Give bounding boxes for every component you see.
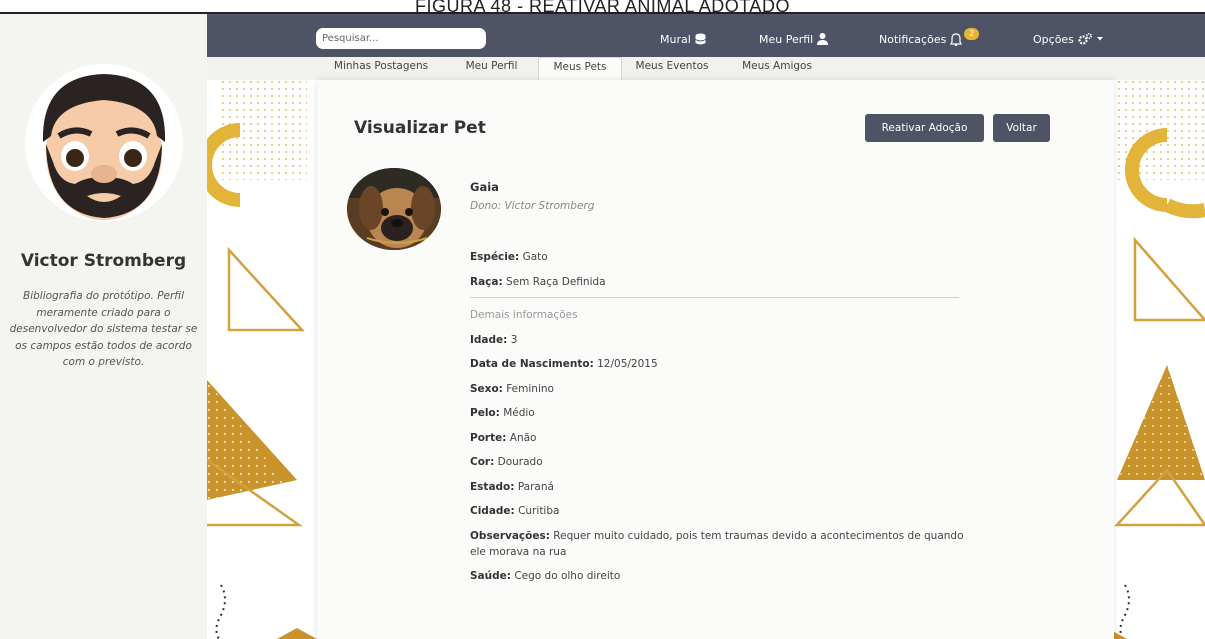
bell-icon	[950, 32, 963, 46]
field-saude-label: Saúde:	[470, 570, 511, 582]
reactivate-adoption-button[interactable]: Reativar Adoção	[865, 114, 984, 142]
field-especie-label: Espécie:	[470, 251, 520, 263]
field-saude-value: Cego do olho direito	[514, 570, 621, 582]
profile-bio: Bibliografia do protótipo. Perfil merame…	[9, 290, 198, 368]
field-sexo-label: Sexo:	[470, 383, 503, 395]
field-cor: Cor: Dourado	[470, 456, 543, 468]
tab-minhas-postagens[interactable]: Minhas Postagens	[322, 57, 440, 80]
section-divider	[470, 297, 959, 298]
field-nascimento-label: Data de Nascimento:	[470, 358, 594, 370]
field-idade: Idade: 3	[470, 334, 517, 346]
field-obs-label: Observações:	[470, 530, 550, 542]
field-especie-value: Gato	[522, 251, 548, 263]
database-icon	[695, 33, 706, 44]
field-data-nascimento: Data de Nascimento: 12/05/2015	[470, 358, 658, 370]
field-cor-value: Dourado	[497, 456, 543, 468]
field-observacoes: Observações: Requer muito cuidado, pois …	[470, 528, 970, 560]
pet-photo	[347, 168, 441, 250]
back-button[interactable]: Voltar	[993, 114, 1050, 142]
pet-name: Gaia	[470, 180, 499, 194]
field-cidade-value: Curitiba	[518, 505, 560, 517]
field-porte-value: Anão	[509, 432, 537, 444]
nav-opcoes-dropdown[interactable]: Opções	[1033, 31, 1104, 47]
tab-meu-perfil[interactable]: Meu Perfil	[459, 57, 524, 80]
section-label: Demais informações	[470, 309, 578, 321]
nav-mural[interactable]: Mural	[660, 31, 706, 47]
field-idade-label: Idade:	[470, 334, 508, 346]
top-navbar: Mural Meu Perfil Notificações 2 Opções	[207, 14, 1205, 57]
field-cidade: Cidade: Curitiba	[470, 505, 559, 517]
bearded-man-emoji-icon	[25, 64, 183, 222]
tab-meus-eventos[interactable]: Meus Eventos	[632, 57, 712, 80]
notification-badge: 2	[964, 28, 980, 40]
field-porte: Porte: Anão	[470, 432, 536, 444]
nav-meu-perfil[interactable]: Meu Perfil	[759, 31, 829, 47]
field-raca-label: Raça:	[470, 276, 503, 288]
nav-notificacoes[interactable]: Notificações 2	[879, 28, 980, 47]
field-raca-value: Sem Raça Definida	[506, 276, 606, 288]
nav-opcoes-label: Opções	[1033, 32, 1074, 46]
pet-owner: Dono: Victor Stromberg	[470, 200, 595, 212]
field-estado-value: Paraná	[517, 481, 554, 493]
nav-mural-label: Mural	[660, 32, 691, 46]
field-cidade-label: Cidade:	[470, 505, 515, 517]
field-estado-label: Estado:	[470, 481, 515, 493]
field-idade-value: 3	[510, 334, 518, 346]
dog-photo-icon	[347, 168, 441, 250]
user-icon	[817, 33, 829, 45]
field-nascimento-value: 12/05/2015	[597, 358, 658, 370]
profile-tabs: Minhas Postagens Meu Perfil Meus Pets Me…	[207, 57, 1205, 80]
profile-name: Victor Stromberg	[20, 251, 187, 271]
field-estado: Estado: Paraná	[470, 481, 554, 493]
tab-meus-pets[interactable]: Meus Pets	[538, 57, 622, 80]
field-sexo: Sexo: Feminino	[470, 383, 554, 395]
field-pelo-label: Pelo:	[470, 407, 500, 419]
field-cor-label: Cor:	[470, 456, 495, 468]
field-porte-label: Porte:	[470, 432, 507, 444]
figure-caption: FIGURA 48 - REATIVAR ANIMAL ADOTADO	[415, 0, 790, 12]
caret-down-icon	[1096, 37, 1103, 41]
field-saude: Saúde: Cego do olho direito	[470, 570, 620, 582]
field-sexo-value: Feminino	[506, 383, 554, 395]
field-pelo: Pelo: Médio	[470, 407, 535, 419]
tab-meus-amigos[interactable]: Meus Amigos	[737, 57, 817, 80]
profile-sidebar: Victor Stromberg Bibliografia do protóti…	[0, 14, 207, 639]
pet-details-card: Visualizar Pet Reativar Adoção Voltar Ga…	[317, 80, 1114, 639]
field-especie: Espécie: Gato	[470, 251, 548, 263]
field-pelo-value: Médio	[503, 407, 535, 419]
nav-meu-perfil-label: Meu Perfil	[759, 32, 814, 46]
page-title: Visualizar Pet	[354, 118, 486, 138]
gears-icon	[1078, 33, 1092, 45]
nav-notificacoes-label: Notificações	[879, 32, 947, 46]
search-input[interactable]	[316, 28, 486, 49]
avatar[interactable]	[25, 64, 183, 222]
field-raca: Raça: Sem Raça Definida	[470, 276, 606, 288]
